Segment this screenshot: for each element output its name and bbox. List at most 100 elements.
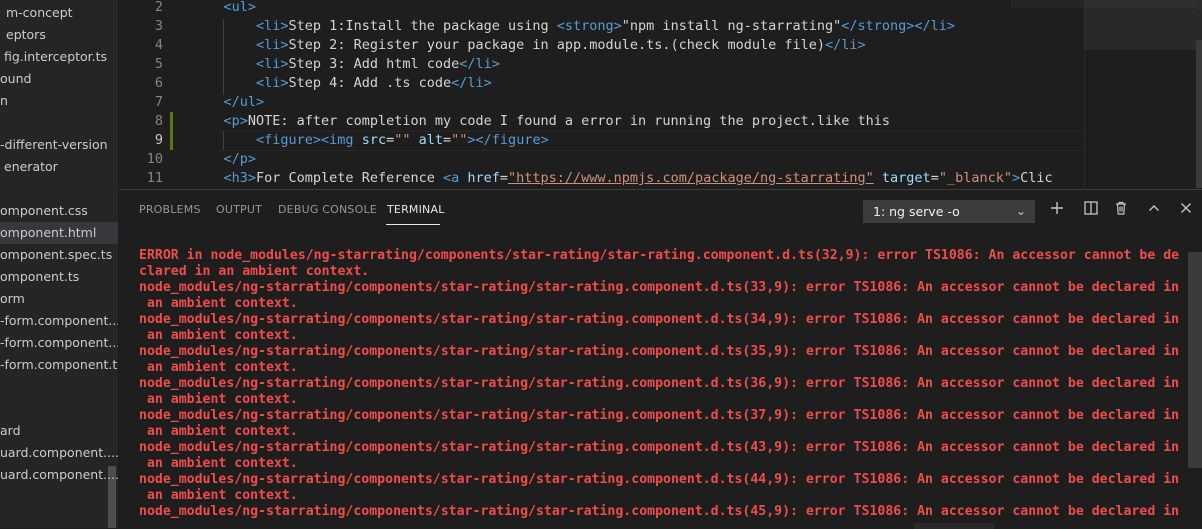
explorer-item[interactable]: eptors: [0, 24, 118, 46]
editor-scrollbar[interactable]: [1196, 40, 1202, 188]
explorer-item-label: n: [0, 93, 8, 108]
terminal-line: an ambient context.: [139, 456, 298, 471]
terminal-scrollbar[interactable]: [1188, 252, 1202, 468]
tab-debug-console[interactable]: DEBUG CONSOLE: [278, 203, 377, 216]
explorer-item[interactable]: -form.component....: [0, 332, 118, 354]
line-number: 4: [154, 37, 163, 53]
terminal-line: an ambient context.: [139, 360, 298, 375]
terminal-bottom-edge: [914, 523, 994, 529]
code-token: <p>: [191, 113, 248, 129]
tab-output[interactable]: OUTPUT: [216, 203, 262, 216]
terminal-line: node_modules/ng-starrating/components/st…: [139, 440, 1180, 455]
minimap-slider[interactable]: [1085, 0, 1202, 50]
tab-problems[interactable]: PROBLEMS: [139, 203, 201, 216]
explorer-item[interactable]: uard.component....: [0, 442, 118, 464]
code-token: <li>: [191, 37, 289, 53]
add-icon[interactable]: [1046, 199, 1068, 221]
explorer-item[interactable]: enerator: [0, 156, 118, 178]
split-icon[interactable]: [1080, 199, 1102, 221]
tab-terminal[interactable]: TERMINAL: [387, 203, 445, 216]
chevron-up-icon[interactable]: [1143, 199, 1165, 221]
terminal-line: node_modules/ng-starrating/components/st…: [139, 408, 1180, 423]
code-line[interactable]: <p>NOTE: after completion my code I foun…: [191, 112, 891, 131]
explorer-item-label: ard: [0, 423, 21, 438]
explorer-item-label: omponent.ts: [0, 269, 80, 284]
trash-icon[interactable]: [1110, 199, 1132, 221]
code-token: href: [467, 170, 500, 186]
code-token: >: [1011, 170, 1021, 186]
line-number: 8: [154, 113, 163, 129]
explorer-item[interactable]: fig.interceptor.ts: [0, 46, 118, 68]
explorer-item[interactable]: -form.component....: [0, 310, 118, 332]
terminal-line: node_modules/ng-starrating/components/st…: [139, 280, 1180, 295]
code-token: Step 4: Add .ts code: [288, 75, 452, 91]
code-token: =: [499, 170, 509, 186]
code-token: <h3>: [191, 170, 257, 186]
explorer-item[interactable]: ound: [0, 68, 118, 90]
explorer-item-label: orm: [0, 291, 25, 306]
code-token: <strong>: [556, 18, 622, 34]
line-number: 3: [154, 18, 163, 34]
chevron-down-icon: ⌄: [1015, 204, 1026, 218]
code-token: <a: [442, 170, 468, 186]
explorer-item[interactable]: -form.component.ts: [0, 354, 118, 376]
code-line[interactable]: </p>: [191, 150, 257, 169]
terminal-line: node_modules/ng-starrating/components/st…: [139, 312, 1180, 327]
bottom-panel: PROBLEMS OUTPUT DEBUG CONSOLE TERMINAL 1…: [119, 189, 1202, 529]
terminal-line: an ambient context.: [139, 488, 298, 503]
code-token: <ul>: [191, 0, 257, 15]
code-line[interactable]: <li>Step 2: Register your package in app…: [191, 36, 866, 55]
explorer-item-label: -different-version: [0, 137, 108, 152]
git-modified-marker: [170, 112, 173, 150]
terminal-line: an ambient context.: [139, 296, 298, 311]
explorer-item[interactable]: omponent.css: [0, 200, 118, 222]
code-token: Step 1:Install the package using: [288, 18, 557, 34]
code-line[interactable]: <figure><img src="" alt=""></figure>: [191, 131, 549, 150]
minimap[interactable]: [1084, 0, 1202, 188]
explorer-item[interactable]: orm: [0, 288, 118, 310]
explorer-item[interactable]: -different-version: [0, 134, 118, 156]
line-number: 11: [146, 170, 163, 186]
explorer-item[interactable]: omponent.spec.ts: [0, 244, 118, 266]
line-number: 2: [154, 0, 163, 15]
close-icon[interactable]: [1175, 199, 1197, 221]
terminal-line: node_modules/ng-starrating/components/st…: [139, 472, 1180, 487]
code-line[interactable]: <ul>: [191, 0, 257, 17]
code-token: </ul>: [191, 94, 265, 110]
code-token: NOTE: after completion my code I found a…: [247, 113, 890, 129]
terminal-line: node_modules/ng-starrating/components/st…: [139, 344, 1180, 359]
code-token: =: [443, 132, 452, 148]
code-line[interactable]: </ul>: [191, 93, 265, 112]
code-token: =: [930, 170, 939, 186]
explorer-item[interactable]: uard.component....: [0, 464, 118, 486]
code-token: For Complete Reference: [256, 170, 443, 186]
explorer-item-label: uard.component....: [0, 445, 118, 460]
code-token: "https://www.npmjs.com/package/ng-starra…: [508, 170, 874, 186]
terminal-select[interactable]: 1: ng serve -o ⌄: [863, 200, 1035, 223]
explorer-item-label: ound: [0, 71, 32, 86]
line-number: 5: [154, 56, 163, 72]
line-number: 10: [146, 151, 163, 167]
explorer-item[interactable]: ard: [0, 420, 118, 442]
line-number: 9: [154, 132, 163, 148]
explorer-item-label: m-concept: [6, 5, 73, 20]
code-line[interactable]: <h3>For Complete Reference <a href="http…: [191, 169, 1053, 188]
code-line[interactable]: <li>Step 4: Add .ts code</li>: [191, 74, 492, 93]
code-line[interactable]: <li>Step 1:Install the package using <st…: [191, 17, 955, 36]
explorer-item-label: omponent.css: [0, 203, 88, 218]
explorer-item[interactable]: m-concept: [0, 2, 118, 24]
code-token: alt: [418, 132, 444, 148]
explorer-item[interactable]: n: [0, 90, 118, 112]
code-token: "npm install ng-starrating": [621, 18, 842, 34]
active-tab-indicator: [386, 224, 440, 225]
explorer-item[interactable]: omponent.html: [0, 222, 118, 244]
code-line[interactable]: <li>Step 3: Add html code</li>: [191, 55, 500, 74]
code-token: "": [451, 132, 468, 148]
terminal-line: clared in an ambient context.: [139, 264, 370, 279]
code-token: =: [386, 132, 395, 148]
code-editor[interactable]: 2 <ul> 3 <li>Step 1:Install the package u…: [119, 0, 1202, 188]
explorer-item[interactable]: omponent.ts: [0, 266, 118, 288]
terminal-line: ERROR in node_modules/ng-starrating/comp…: [139, 248, 1180, 263]
code-token: ></figure>: [467, 132, 549, 148]
code-token: </strong></li>: [841, 18, 956, 34]
